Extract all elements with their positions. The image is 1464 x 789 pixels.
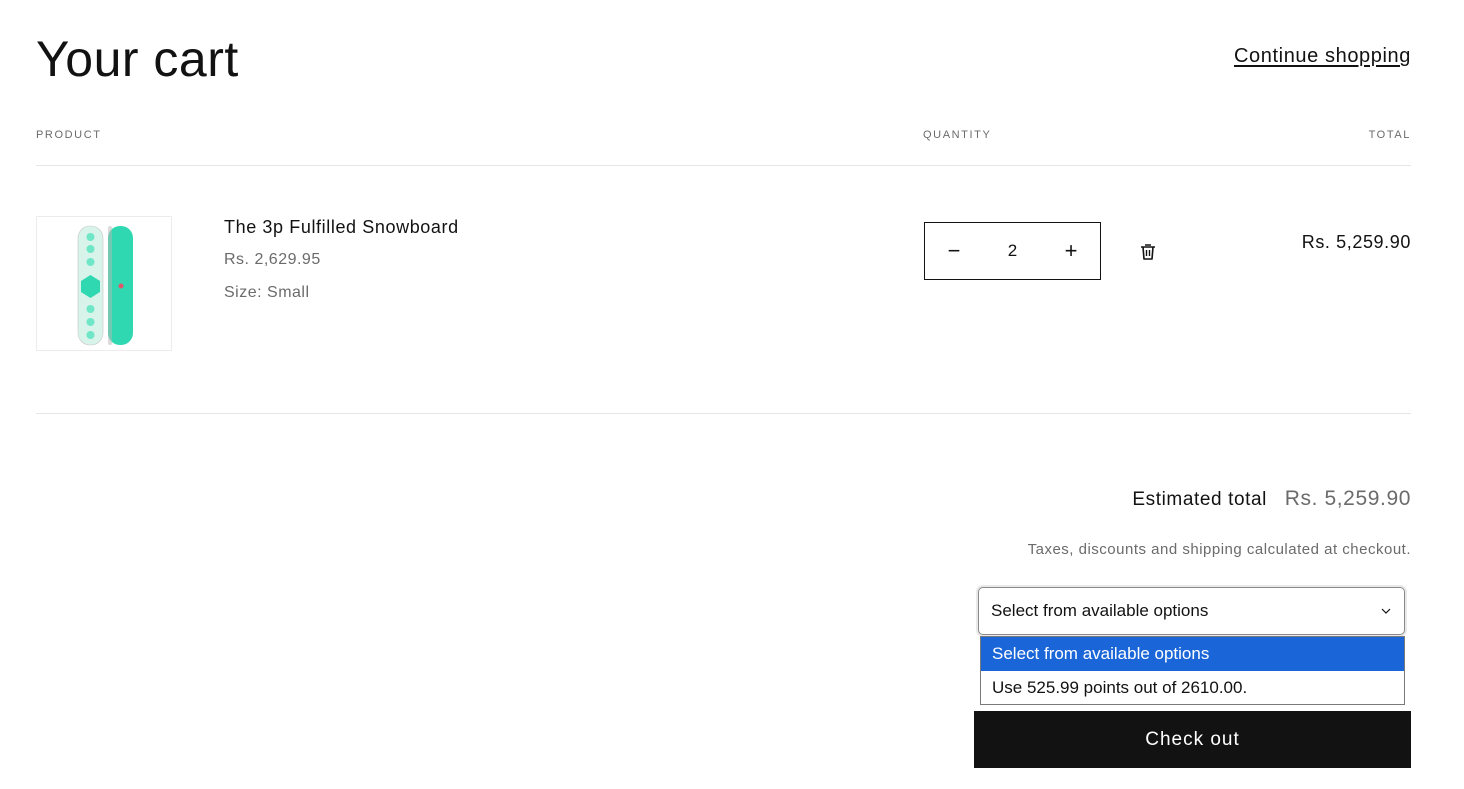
product-unit-price: Rs. 2,629.95 xyxy=(224,251,321,268)
divider xyxy=(36,413,1411,414)
cart-page: Your cart Continue shopping PRODUCT QUAN… xyxy=(0,0,1464,789)
column-header-quantity: QUANTITY xyxy=(923,129,992,141)
product-name-link[interactable]: The 3p Fulfilled Snowboard xyxy=(224,217,459,238)
snowboard-image xyxy=(77,225,133,346)
chevron-down-icon xyxy=(1381,608,1391,614)
quantity-stepper: − + xyxy=(924,222,1101,280)
estimated-total-label: Estimated total xyxy=(1132,489,1267,510)
trash-icon xyxy=(1141,244,1155,260)
column-header-product: PRODUCT xyxy=(36,129,102,141)
line-item-total: Rs. 5,259.90 xyxy=(1301,232,1411,252)
product-option: Size: Small xyxy=(224,284,310,301)
points-select-value: Select from available options xyxy=(991,601,1209,620)
estimated-total-value: Rs. 5,259.90 xyxy=(1284,487,1411,510)
continue-shopping-link[interactable]: Continue shopping xyxy=(1234,45,1411,68)
quantity-input[interactable] xyxy=(985,240,1040,262)
product-image[interactable] xyxy=(36,216,172,351)
checkout-button[interactable]: Check out xyxy=(974,711,1411,768)
column-header-total: TOTAL xyxy=(1368,129,1411,141)
tax-note: Taxes, discounts and shipping calculated… xyxy=(1027,541,1411,558)
points-option-default[interactable]: Select from available options xyxy=(981,637,1404,671)
points-option-use-points[interactable]: Use 525.99 points out of 2610.00. xyxy=(981,671,1404,705)
divider xyxy=(36,165,1411,166)
decrease-quantity-button[interactable]: − xyxy=(925,223,983,279)
remove-item-button[interactable] xyxy=(1138,242,1158,262)
points-select[interactable]: Select from available options xyxy=(978,587,1405,635)
increase-quantity-button[interactable]: + xyxy=(1042,223,1100,279)
page-title: Your cart xyxy=(36,31,239,87)
points-select-options: Select from available options Use 525.99… xyxy=(980,636,1405,705)
